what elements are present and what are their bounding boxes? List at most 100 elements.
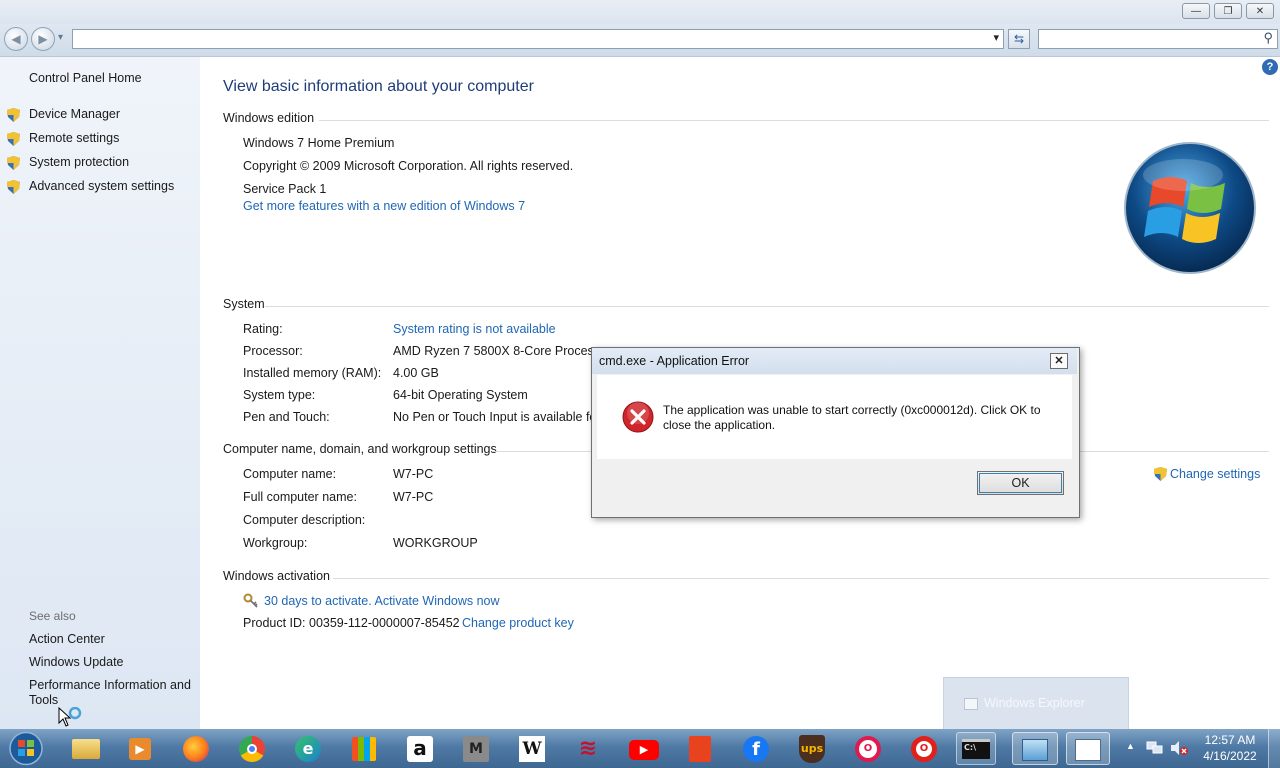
wikipedia-icon[interactable]: W: [514, 732, 550, 765]
edition-copyright: Copyright © 2009 Microsoft Corporation. …: [243, 159, 574, 173]
workgroup-value: WORKGROUP: [393, 536, 478, 550]
sidebar-item-device-manager[interactable]: Device Manager: [29, 107, 120, 121]
clock-time[interactable]: 12:57 AM: [1198, 733, 1262, 747]
sidebar-item-performance-information[interactable]: Performance Information and: [29, 678, 191, 692]
amazon-icon[interactable]: a: [402, 732, 438, 765]
control-panel-icon[interactable]: [1012, 732, 1058, 765]
facebook-icon[interactable]: f: [738, 732, 774, 765]
maximize-button[interactable]: ❐: [1214, 3, 1242, 19]
toast-label: Windows Explorer: [984, 696, 1085, 710]
rating-label: Rating:: [243, 322, 283, 336]
section-divider: [265, 306, 1269, 307]
dialog-message-line1: The application was unable to start corr…: [663, 403, 1041, 417]
address-bar[interactable]: ▾: [72, 29, 1004, 49]
firefox-icon[interactable]: [178, 732, 214, 765]
sidebar-item-advanced-system-settings[interactable]: Advanced system settings: [29, 179, 174, 193]
sidebar-item-performance-information-tools[interactable]: Tools: [29, 693, 58, 707]
memory-value: 4.00 GB: [393, 366, 439, 380]
key-icon: [243, 593, 258, 608]
cmd-icon[interactable]: C:\: [956, 732, 996, 765]
address-dropdown-icon[interactable]: ▾: [993, 31, 999, 44]
system-type-value: 64-bit Operating System: [393, 388, 528, 402]
activate-windows-link[interactable]: 30 days to activate. Activate Windows no…: [264, 594, 500, 608]
memory-label: Installed memory (RAM):: [243, 366, 382, 380]
windows-explorer-toast[interactable]: Windows Explorer: [943, 677, 1129, 731]
sidebar-item-action-center[interactable]: Action Center: [29, 632, 105, 646]
shield-icon: [7, 180, 20, 194]
navigation-bar: ◀ ▶ ▾ ▾ ⇆ ⚲: [0, 24, 1280, 57]
explorer-icon[interactable]: [68, 732, 104, 765]
ok-button[interactable]: OK: [977, 471, 1064, 495]
error-icon: [622, 401, 654, 433]
application-error-dialog: cmd.exe - Application Error ✕ The applic…: [591, 347, 1080, 518]
office-icon[interactable]: [682, 732, 718, 765]
document-icon[interactable]: [1066, 732, 1110, 765]
volume-muted-icon[interactable]: [1170, 740, 1188, 756]
change-product-key-link[interactable]: Change product key: [462, 616, 574, 630]
back-button[interactable]: ◀: [4, 27, 28, 51]
change-settings-link[interactable]: Change settings: [1170, 467, 1260, 481]
search-input[interactable]: ⚲: [1038, 29, 1278, 49]
clock-date[interactable]: 4/16/2022: [1198, 749, 1262, 763]
show-hidden-icons-button[interactable]: ▲: [1126, 741, 1135, 751]
taskbar: ▶ e a M W ≋ ▶ f ups O O C:\ ▲ 12:57 AM 4…: [0, 729, 1280, 768]
bank-icon[interactable]: ≋: [570, 732, 606, 765]
shield-icon: [1154, 467, 1167, 481]
full-computer-name-label: Full computer name:: [243, 490, 357, 504]
shield-icon: [7, 108, 20, 122]
system-heading: System: [223, 297, 265, 311]
processor-value: AMD Ryzen 7 5800X 8-Core Processor: [393, 344, 612, 358]
sidebar-item-system-protection[interactable]: System protection: [29, 155, 129, 169]
window-title-bar: — ❐ ✕: [0, 0, 1280, 24]
sidebar-item-control-panel-home[interactable]: Control Panel Home: [29, 71, 142, 85]
workgroup-label: Workgroup:: [243, 536, 308, 550]
shield-icon: [7, 156, 20, 170]
sidebar-item-windows-update[interactable]: Windows Update: [29, 655, 124, 669]
dialog-close-button[interactable]: ✕: [1050, 353, 1068, 369]
computer-name-value: W7-PC: [393, 467, 434, 481]
full-computer-name-value: W7-PC: [393, 490, 434, 504]
windows-edition-heading: Windows edition: [223, 111, 315, 125]
minimize-button[interactable]: —: [1182, 3, 1210, 19]
see-also-heading: See also: [29, 609, 76, 623]
close-window-button[interactable]: ✕: [1246, 3, 1274, 19]
system-type-label: System type:: [243, 388, 316, 402]
refresh-button[interactable]: ⇆: [1008, 29, 1030, 49]
rating-link[interactable]: System rating is not available: [393, 322, 556, 336]
dialog-title: cmd.exe - Application Error: [599, 354, 750, 368]
upgrade-edition-link[interactable]: Get more features with a new edition of …: [243, 199, 525, 213]
product-id: Product ID: 00359-112-0000007-85452: [243, 616, 460, 630]
chrome-icon[interactable]: [234, 732, 270, 765]
opera-gx-icon[interactable]: O: [850, 732, 886, 765]
busy-cursor-icon: [58, 707, 82, 727]
section-divider: [333, 578, 1269, 579]
computer-description-label: Computer description:: [243, 513, 366, 527]
service-pack: Service Pack 1: [243, 182, 327, 196]
opera-icon[interactable]: O: [906, 732, 942, 765]
start-button[interactable]: [6, 730, 46, 767]
recent-pages-chevron-icon[interactable]: ▾: [58, 32, 63, 43]
computer-name-heading: Computer name, domain, and workgroup set…: [223, 442, 497, 456]
pen-touch-value: No Pen or Touch Input is available fo: [393, 410, 597, 424]
edition-name: Windows 7 Home Premium: [243, 136, 395, 150]
sidebar: Control Panel Home Device Manager Remote…: [0, 57, 200, 729]
dialog-title-bar[interactable]: cmd.exe - Application Error ✕: [592, 348, 1077, 374]
dialog-body: The application was unable to start corr…: [597, 375, 1072, 459]
shield-icon: [7, 132, 20, 146]
dialog-message-line2: close the application.: [663, 418, 776, 432]
show-desktop-button[interactable]: [1268, 729, 1280, 768]
help-icon[interactable]: ?: [1262, 59, 1278, 75]
windows-logo: [1124, 142, 1256, 274]
m-app-icon[interactable]: M: [458, 732, 494, 765]
sidebar-item-remote-settings[interactable]: Remote settings: [29, 131, 119, 145]
youtube-icon[interactable]: ▶: [626, 732, 662, 765]
forward-button[interactable]: ▶: [31, 27, 55, 51]
ups-icon[interactable]: ups: [794, 732, 830, 765]
store-icon[interactable]: [346, 732, 382, 765]
media-player-icon[interactable]: ▶: [122, 732, 158, 765]
edge-icon[interactable]: e: [290, 732, 326, 765]
network-icon[interactable]: [1146, 740, 1164, 756]
search-icon[interactable]: ⚲: [1263, 30, 1273, 46]
processor-label: Processor:: [243, 344, 303, 358]
windows-activation-heading: Windows activation: [223, 569, 330, 583]
